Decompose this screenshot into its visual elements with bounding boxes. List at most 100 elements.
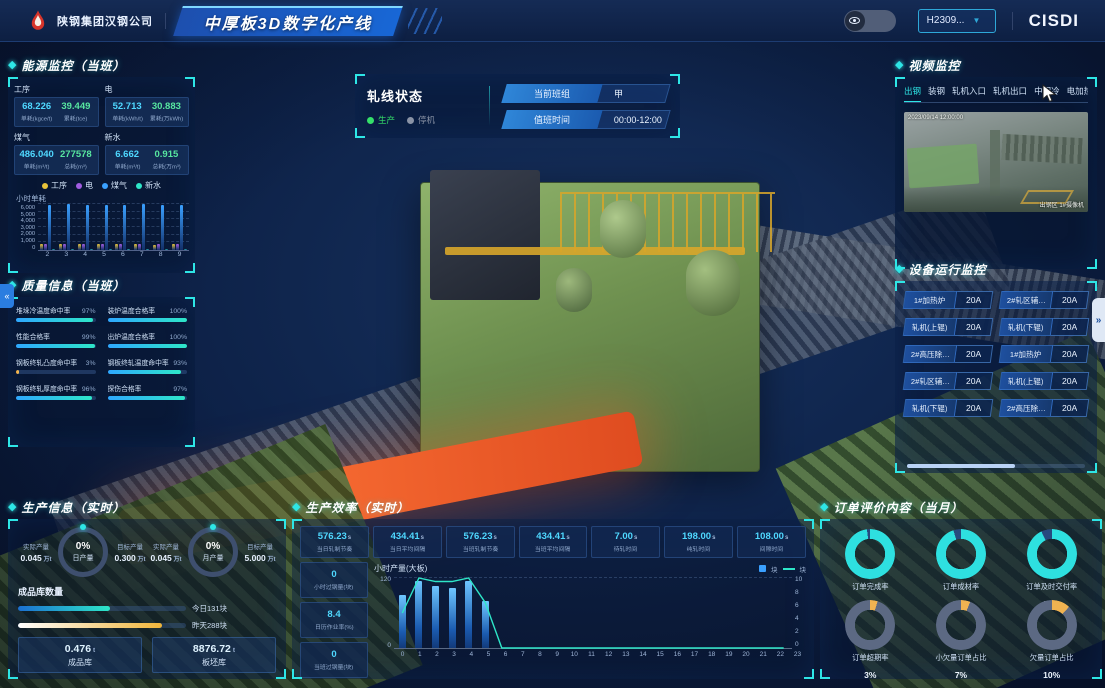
equipment-value: 20A (966, 322, 981, 332)
energy-bar-group (78, 205, 93, 250)
status-row-label: 值班时间 (534, 113, 570, 126)
equipment-item[interactable]: 1#加热炉20A (903, 291, 994, 309)
equipment-item[interactable]: 2#轧区辅…20A (903, 372, 994, 390)
equipment-scrollbar[interactable] (907, 464, 1085, 468)
equipment-item[interactable]: 轧机(下辊)20A (903, 399, 994, 417)
equipment-item[interactable]: 2#高压除…20A (999, 399, 1090, 417)
energy-quadrant-label: 新水 (105, 132, 190, 143)
quality-metric-label: 性能合格率 (16, 331, 50, 341)
equipment-label-chip: 2#高压除… (999, 399, 1054, 417)
x-tick-label: 8 (159, 251, 163, 258)
panel-header: ◆ 生产信息（实时） (8, 498, 286, 516)
energy-unit: 单耗(m³/t) (19, 162, 54, 171)
panel-equipment-monitor: ◆ 设备运行监控 1#加热炉20A2#轧区辅…20A轧机(上辊)20A轧机(下辊… (895, 260, 1097, 473)
quality-metric: 钢板终轧厚度命中率96% (16, 383, 96, 400)
video-tab-3[interactable]: 轧机出口 (993, 85, 1027, 103)
quality-progress-fill (16, 370, 19, 374)
x-tick-label: 19 (720, 651, 737, 658)
energy-bar (146, 249, 149, 250)
y-tick-label: 10 (795, 577, 802, 584)
equipment-item[interactable]: 1#加热炉20A (999, 345, 1090, 363)
scrollbar-thumb[interactable] (907, 464, 1015, 468)
equipment-value-chip: 20A (955, 318, 994, 336)
equipment-item[interactable]: 轧机(上辊)20A (999, 372, 1090, 390)
video-tab-1[interactable]: 装钢 (928, 85, 945, 103)
gauge-actual-unit: 万t (172, 557, 182, 563)
energy-bar (63, 244, 66, 250)
inventory-bar-label: 今日131块 (192, 603, 227, 614)
equipment-label: 2#轧区辅… (911, 376, 950, 387)
status-row-value: 00:00-12:00 (614, 114, 662, 124)
video-tab-4[interactable]: 中间冷 (1034, 85, 1060, 103)
energy-bar (90, 249, 93, 250)
efficiency-stat-unit: s (494, 535, 497, 541)
panel-rolling-status: 轧线状态 生产停机 当前班组甲值班时间00:00-12:00 (355, 74, 680, 138)
hourly-chart-xaxis: 01234567891011121314151617181920212223 (394, 651, 806, 658)
header-slash-decor (408, 8, 442, 34)
collapse-tab-left[interactable]: « (0, 284, 14, 308)
inventory-card: 0.476t成品库 (18, 637, 142, 673)
legend-label: 电 (85, 180, 93, 191)
status-row: 当前班组甲 (501, 84, 670, 103)
eye-icon (845, 11, 865, 31)
heat-number-select[interactable]: H2309... ▼ (918, 9, 996, 33)
quality-progress-fill (16, 318, 93, 322)
efficiency-stat-value: 108.00s (755, 531, 788, 542)
quality-metrics-grid: 堆垛冷温度命中率97%装炉温度合格率100%性能合格率99%出炉温度合格率100… (16, 305, 187, 400)
x-tick-label: 2 (428, 651, 445, 658)
efficiency-stat-value: 434.41s (536, 531, 569, 542)
gauge-percent: 0% (76, 541, 90, 552)
efficiency-stat-unit: s (712, 535, 715, 541)
energy-bar (40, 244, 43, 250)
energy-unit: 累耗(tce) (58, 114, 93, 123)
equipment-item[interactable]: 2#轧区辅…20A (999, 291, 1090, 309)
order-donut: 10%欠量订单占比 (1009, 600, 1094, 663)
efficiency-stat-card: 7.00s待轧时间 (591, 526, 660, 558)
order-donut-ring (845, 529, 895, 579)
efficiency-stat-label: 待轧时间 (614, 544, 638, 553)
video-tab-0[interactable]: 出钢 (904, 85, 921, 103)
x-tick-label: 4 (83, 251, 87, 258)
y-tick-label: 0 (33, 245, 36, 251)
x-tick-label: 9 (549, 651, 566, 658)
energy-bar (157, 244, 160, 250)
energy-bar (184, 249, 187, 250)
visibility-toggle[interactable] (844, 10, 896, 32)
video-tab-2[interactable]: 轧机入口 (952, 85, 986, 103)
gauge-label: 月产量 (203, 553, 224, 563)
gauge-ring: 0%日产量 (58, 527, 108, 577)
efficiency-left-stats: 0小时过钢量(块)8.4日历作业率(%)0当班过钢量(块) (300, 562, 368, 678)
order-donut-ring (936, 529, 986, 579)
quality-metric: 钢板终轧温度命中率93% (108, 357, 188, 374)
quality-metric-value: 96% (82, 386, 96, 393)
energy-bar-group (115, 205, 130, 250)
x-tick-label: 3 (446, 651, 463, 658)
equipment-item[interactable]: 轧机(下辊)20A (999, 318, 1090, 336)
energy-quadrant-card: 68.226单耗(kgce/t)39.449累耗(tce) (14, 97, 99, 127)
status-legend-item: 生产 (367, 114, 395, 126)
production-gauges: 实际产量0.045 万t0%日产量目标产量0.300 万t实际产量0.045 万… (18, 527, 276, 577)
status-row-value: 甲 (614, 87, 623, 100)
quality-metric-value: 100% (170, 334, 187, 341)
efficiency-stat-unit: s (566, 535, 569, 541)
equipment-label-chip: 2#轧区辅… (999, 291, 1054, 309)
energy-quadrant: 电52.713单耗(kWh/t)30.883累耗(万kWh) (105, 83, 190, 127)
equipment-value: 20A (966, 349, 981, 359)
inventory-bar-fill (18, 606, 110, 611)
page-title-plate: 中厚板3D数字化产线 (173, 6, 403, 36)
equipment-label: 轧机(上辊) (1008, 376, 1043, 387)
efficiency-stat-unit: s (785, 535, 788, 541)
status-divider (489, 86, 490, 126)
quality-progress-track (108, 396, 188, 400)
equipment-item[interactable]: 轧机(上辊)20A (903, 318, 994, 336)
quality-metric-label: 堆垛冷温度命中率 (16, 305, 70, 315)
video-tab-5[interactable]: 电加热 (1067, 85, 1088, 103)
gauge-actual-label: 实际产量 (148, 541, 184, 551)
collapse-left-icon: « (4, 291, 9, 301)
equipment-item[interactable]: 2#高压除…20A (903, 345, 994, 363)
collapse-tab-right[interactable]: » (1092, 298, 1105, 342)
x-tick-label: 14 (634, 651, 651, 658)
gauge-target-unit: 万t (136, 557, 146, 563)
quality-progress-track (16, 396, 96, 400)
dashboard-root: 陕钢集团汉钢公司 中厚板3D数字化产线 H2309... ▼ CISDI ◆ 能… (0, 0, 1105, 688)
